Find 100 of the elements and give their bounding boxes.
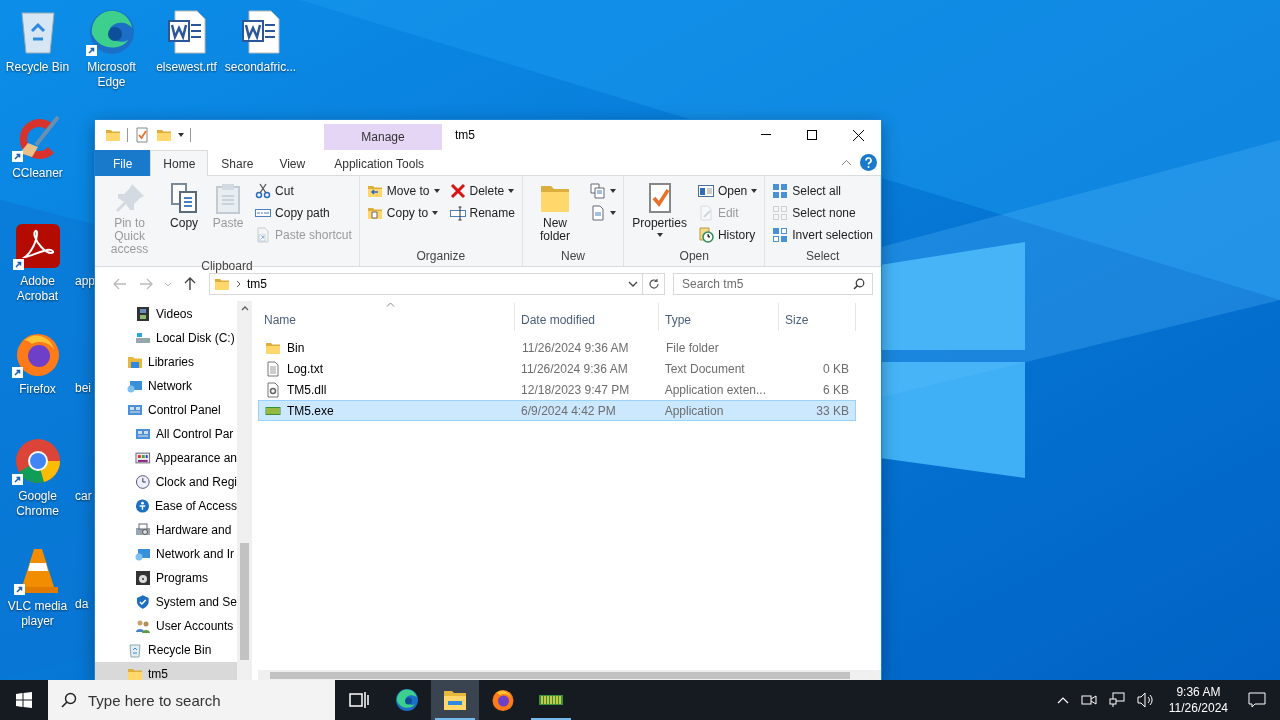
ribbon-button[interactable]: Copy — [164, 180, 205, 258]
taskbar-search-field[interactable]: Type here to search — [48, 680, 335, 720]
desktop-icon-label[interactable]: bei — [75, 381, 91, 395]
scrollbar-thumb[interactable] — [240, 543, 249, 660]
desktop-icon-label[interactable]: Adobe Acrobat — [0, 274, 75, 304]
up-arrow-icon — [184, 277, 196, 291]
desktop-icon-label[interactable]: CCleaner — [12, 166, 63, 181]
desktop-icon-label[interactable]: Firefox — [19, 382, 56, 397]
shield-icon — [135, 594, 151, 610]
ribbon-button[interactable]: Copy to — [363, 202, 443, 224]
nav-item[interactable]: tm5 — [95, 662, 237, 680]
date-cell-text: 11/26/2024 9:36 AM — [520, 361, 629, 376]
ribbon-button[interactable]: New folder — [526, 180, 584, 248]
ribbon-button[interactable]: Delete — [446, 180, 518, 202]
ribbon-button[interactable]: Properties — [628, 180, 691, 248]
ribbon-button[interactable]: Invert selection — [769, 224, 876, 246]
scrollbar[interactable] — [258, 670, 881, 680]
refresh-button[interactable] — [643, 273, 665, 295]
desktop-icon-label[interactable]: VLC media player — [0, 599, 75, 629]
nav-item[interactable]: Programs — [95, 566, 237, 590]
ribbon-tab[interactable]: File — [95, 150, 151, 176]
maximize-icon — [807, 130, 817, 140]
caret-icon[interactable] — [178, 133, 184, 137]
scrollbar-thumb[interactable] — [270, 671, 850, 679]
column-header[interactable]: Name — [258, 303, 515, 331]
ribbon-tab[interactable]: Home — [150, 150, 209, 176]
column-header[interactable]: Date modified — [515, 303, 659, 331]
size-cell-text: 33 KB — [815, 403, 850, 418]
shortcut-icon — [255, 227, 272, 243]
word-document-icon — [240, 9, 281, 55]
desktop-icon-label[interactable]: car — [75, 489, 92, 503]
nav-item[interactable]: Recycle Bin — [95, 638, 237, 662]
desktop-icon-label[interactable]: Recycle Bin — [5, 60, 70, 75]
document-stack-icon — [590, 183, 607, 199]
ribbon-button[interactable]: Rename — [446, 202, 518, 224]
minimize-icon — [761, 134, 771, 136]
file-row[interactable]: TM5.dll 12/18/2023 9:47 PM Application exten... 6 KB — [258, 379, 856, 400]
desktop-icon-label[interactable]: secondafric... — [224, 60, 297, 75]
type-cell-text: Application exten... — [663, 382, 768, 397]
scrollbar[interactable] — [237, 301, 252, 680]
search-field[interactable]: Search tm5 — [673, 273, 873, 295]
network-icon — [127, 378, 143, 394]
ribbon-button[interactable]: Cut — [252, 180, 355, 202]
desktop-icon-label[interactable]: app — [75, 274, 96, 288]
taskbar-button[interactable] — [431, 680, 479, 720]
folder-icon — [443, 689, 467, 711]
network-icon — [1108, 692, 1125, 708]
breadcrumb[interactable]: tm5 — [247, 277, 267, 291]
scissors-icon — [255, 183, 272, 199]
address-field[interactable]: tm5 — [209, 273, 643, 295]
nav-item[interactable]: Hardware and — [95, 518, 237, 542]
ribbon-button[interactable]: Open — [694, 180, 761, 202]
nav-item[interactable]: Control Panel — [95, 398, 237, 422]
nav-item[interactable]: All Control Par — [95, 422, 237, 446]
file-row[interactable]: TM5.exe 6/9/2024 4:42 PM Application 33 KB — [258, 400, 856, 421]
ribbon-button[interactable]: Move to — [363, 180, 443, 202]
accessibility-icon — [135, 498, 150, 514]
nav-item[interactable]: Libraries — [95, 350, 237, 374]
ribbon-button[interactable]: Select all — [769, 180, 876, 202]
column-header[interactable]: Size — [779, 303, 856, 331]
chevron-right-icon — [236, 280, 241, 288]
nav-item[interactable]: Clock and Regi — [95, 470, 237, 494]
checkmark-document-icon — [134, 127, 150, 143]
nav-item[interactable]: Network — [95, 374, 237, 398]
ribbon-button[interactable]: History — [694, 224, 761, 246]
ribbon-group-label: Select — [804, 248, 841, 265]
nav-item[interactable]: Appearance an — [95, 446, 237, 470]
column-header[interactable]: Type — [659, 303, 779, 331]
desktop-icon-label[interactable]: elsewest.rtf — [156, 60, 217, 75]
file-row[interactable]: Log.txt 11/26/2024 9:36 AM Text Document 0 KB — [258, 358, 856, 379]
control-panel-icon — [135, 426, 151, 442]
ribbon-button[interactable]: Copy path — [252, 202, 355, 224]
back-arrow-icon — [113, 278, 127, 290]
desktop-icon-label[interactable]: Microsoft Edge — [74, 60, 149, 90]
file-row[interactable]: Bin 11/26/2024 9:36 AM File folder — [258, 337, 856, 358]
ribbon-tab[interactable]: View — [266, 150, 319, 176]
type-cell-text: Text Document — [663, 361, 746, 376]
ribbon-tab[interactable]: Application Tools — [320, 150, 439, 176]
nav-item[interactable]: System and Se — [95, 590, 237, 614]
clock[interactable]: 9:36 AM 11/26/2024 — [1162, 684, 1234, 716]
desktop-icon-label[interactable]: da — [75, 597, 89, 611]
chevron-down-icon[interactable] — [628, 281, 638, 287]
nav-item[interactable]: Ease of Access — [95, 494, 237, 518]
nav-item[interactable]: Videos — [95, 302, 237, 326]
nav-item[interactable]: Local Disk (C:) — [95, 326, 237, 350]
nav-item[interactable]: Network and Ir — [95, 542, 237, 566]
speaker-icon — [1136, 692, 1155, 708]
close-icon — [852, 129, 864, 141]
gear-document-icon — [265, 381, 281, 398]
camera-icon — [1080, 692, 1097, 708]
ribbon-tab[interactable]: Share — [208, 150, 267, 176]
nav-item[interactable]: User Accounts — [95, 614, 237, 638]
ribbon-group-label: Clipboard — [200, 258, 254, 274]
folder-pages-icon — [366, 205, 383, 221]
ribbon-group-label: Organize — [415, 248, 467, 265]
collapse-caret-icon[interactable] — [841, 159, 852, 166]
ribbon-button[interactable]: Select none — [769, 202, 876, 224]
desktop-icon-label[interactable]: Google Chrome — [0, 489, 75, 519]
help-icon[interactable] — [860, 154, 877, 171]
browser-icon — [395, 688, 419, 712]
